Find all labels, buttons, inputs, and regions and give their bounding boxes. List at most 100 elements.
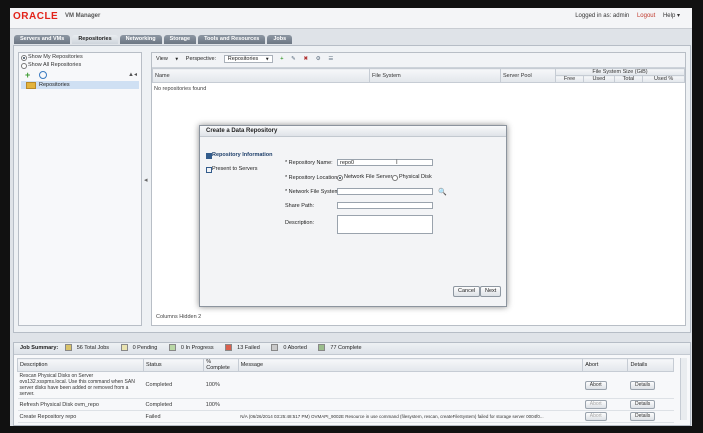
nav-toolbar: + ▲◂ xyxy=(19,71,141,81)
col-free[interactable]: Free xyxy=(554,75,585,83)
abort-button[interactable]: Abort xyxy=(584,380,607,390)
folder-icon xyxy=(26,82,36,89)
tree-item-repositories[interactable]: Repositories xyxy=(21,81,139,89)
search-icon[interactable]: 🔍 xyxy=(438,188,447,196)
edit-icon[interactable]: ✎ xyxy=(291,56,296,62)
details-button[interactable]: Details xyxy=(629,412,656,421)
col-used[interactable]: Used xyxy=(583,75,615,83)
tab-servers-and-vms[interactable]: Servers and VMs xyxy=(14,35,71,44)
network-file-system-label: * Network File System: xyxy=(285,189,341,195)
tab-repositories[interactable]: Repositories xyxy=(72,35,118,44)
complete-icon xyxy=(318,344,326,352)
tab-jobs[interactable]: Jobs xyxy=(267,35,293,44)
job-summary-panel: Job Summary: 56 Total Jobs 0 Pending 0 I… xyxy=(13,342,691,426)
add-icon[interactable]: + xyxy=(25,71,30,80)
job-percent xyxy=(203,410,239,423)
app-title: VM Manager xyxy=(65,13,101,19)
total-jobs[interactable]: 56 Total Jobs xyxy=(64,344,114,352)
collapse-splitter-icon[interactable]: ◂ xyxy=(144,176,148,184)
repository-name-input[interactable]: repo0 xyxy=(337,159,433,166)
details-button[interactable]: Details xyxy=(629,400,656,409)
top-bar: ORACLE VM Manager Logged in as: admin Lo… xyxy=(10,8,692,29)
description-textarea[interactable] xyxy=(337,215,433,234)
chevron-down-icon[interactable]: ▾ xyxy=(675,13,680,19)
repositories-table: Name File System Server Pool File System… xyxy=(152,68,685,83)
jobs-scrollbar[interactable] xyxy=(680,358,687,420)
col-server-pool[interactable]: Server Pool xyxy=(500,68,556,83)
radio-icon[interactable] xyxy=(21,63,27,69)
help-menu[interactable]: Help xyxy=(663,13,675,19)
cancel-button[interactable]: Cancel xyxy=(453,286,481,297)
col-total[interactable]: Total xyxy=(613,75,644,83)
in-progress-icon xyxy=(168,344,176,352)
create-repository-dialog: Create a Data Repository Repository Info… xyxy=(199,125,507,307)
collapse-icon[interactable]: ▲◂ xyxy=(128,71,137,78)
jobs-table-wrap: Description Status % Complete Message Ab… xyxy=(16,358,674,423)
tab-tools-and-resources[interactable]: Tools and Resources xyxy=(198,35,266,44)
perspective-select[interactable]: Repositories ▾ xyxy=(223,55,273,64)
next-button[interactable]: Next xyxy=(480,286,502,297)
radio-selected-icon[interactable] xyxy=(337,175,343,181)
tab-storage[interactable]: Storage xyxy=(163,35,197,44)
in-progress-jobs[interactable]: 0 In Progress xyxy=(168,344,219,352)
job-message: N/A (06/26/2014 03:25:48:517 PM) OVMAPI_… xyxy=(238,410,583,423)
col-name[interactable]: Name xyxy=(152,68,370,83)
repository-name-label: * Repository Name: xyxy=(285,160,333,166)
table-row[interactable]: Rescan Physical Disks on Server ovs132.x… xyxy=(17,371,674,399)
step-repository-information[interactable]: Repository Information xyxy=(206,152,273,159)
view-menu[interactable]: View ▾ xyxy=(156,56,178,62)
wrench-icon[interactable]: ⚙ xyxy=(316,56,321,62)
show-my-repositories-option[interactable]: Show My Repositories xyxy=(19,53,141,61)
jobs-icon xyxy=(64,344,72,352)
job-status: Completed xyxy=(143,371,204,399)
show-my-label: Show My Repositories xyxy=(28,54,83,60)
col-status[interactable]: Status xyxy=(143,358,205,372)
col-message[interactable]: Message xyxy=(237,358,584,372)
refresh-icon[interactable] xyxy=(39,71,47,79)
add-icon[interactable]: + xyxy=(280,56,283,62)
col-description[interactable]: Description xyxy=(16,358,145,372)
delete-icon[interactable]: ✖ xyxy=(303,56,308,62)
job-summary-title: Job Summary: xyxy=(20,345,59,351)
table-row[interactable]: Refresh Physical Disk ovm_repo Completed… xyxy=(17,398,674,411)
network-file-system-input[interactable] xyxy=(337,188,433,195)
job-message xyxy=(238,371,583,399)
step-present-to-servers[interactable]: Present to Servers xyxy=(206,166,258,173)
location-network-file-server[interactable]: Network File Server xyxy=(337,174,392,181)
abort-button[interactable]: Abort xyxy=(584,412,607,421)
location-physical-disk[interactable]: Physical Disk xyxy=(392,174,432,181)
user-name: admin xyxy=(612,13,630,19)
logout-link[interactable]: Logout xyxy=(637,13,655,19)
list-icon[interactable]: ☰ xyxy=(328,56,333,62)
share-path-input[interactable] xyxy=(337,202,433,209)
navigation-panel: Show My Repositories Show All Repositori… xyxy=(18,52,142,326)
job-description: Create Repository repo xyxy=(17,410,144,423)
user-area: Logged in as: admin Logout Help ▾ xyxy=(575,12,680,19)
radio-icon[interactable] xyxy=(392,175,398,181)
pending-jobs[interactable]: 0 Pending xyxy=(120,344,163,352)
details-button[interactable]: Details xyxy=(629,380,656,390)
step-active-icon xyxy=(206,153,212,159)
text-cursor-icon: I xyxy=(396,160,398,166)
aborted-jobs[interactable]: 0 Aborted xyxy=(271,344,312,352)
perspective-label: Perspective: xyxy=(185,56,217,63)
share-path-label: Share Path: xyxy=(285,203,315,209)
col-file-system[interactable]: File System xyxy=(369,68,501,83)
col-used-percent[interactable]: Used % xyxy=(642,75,685,83)
show-all-repositories-option[interactable]: Show All Repositories xyxy=(19,61,141,69)
job-percent: 100% xyxy=(203,371,239,399)
aborted-icon xyxy=(271,344,279,352)
complete-jobs[interactable]: 77 Complete xyxy=(318,344,366,352)
step-icon xyxy=(206,167,212,173)
repository-location-label: * Repository Location: xyxy=(285,175,339,181)
job-summary-bar: Job Summary: 56 Total Jobs 0 Pending 0 I… xyxy=(14,343,690,355)
table-row[interactable]: Create Repository repo Failed N/A (06/26… xyxy=(17,410,674,423)
failed-jobs[interactable]: 13 Failed xyxy=(225,344,265,352)
tab-networking[interactable]: Networking xyxy=(119,35,162,44)
col-percent[interactable]: % Complete xyxy=(203,358,239,372)
abort-button[interactable]: Abort xyxy=(584,400,607,409)
job-status: Completed xyxy=(143,398,204,411)
logged-in-label: Logged in as: xyxy=(575,13,612,19)
show-all-label: Show All Repositories xyxy=(28,62,82,68)
col-group-size: File System Size (GiB) xyxy=(555,68,685,76)
